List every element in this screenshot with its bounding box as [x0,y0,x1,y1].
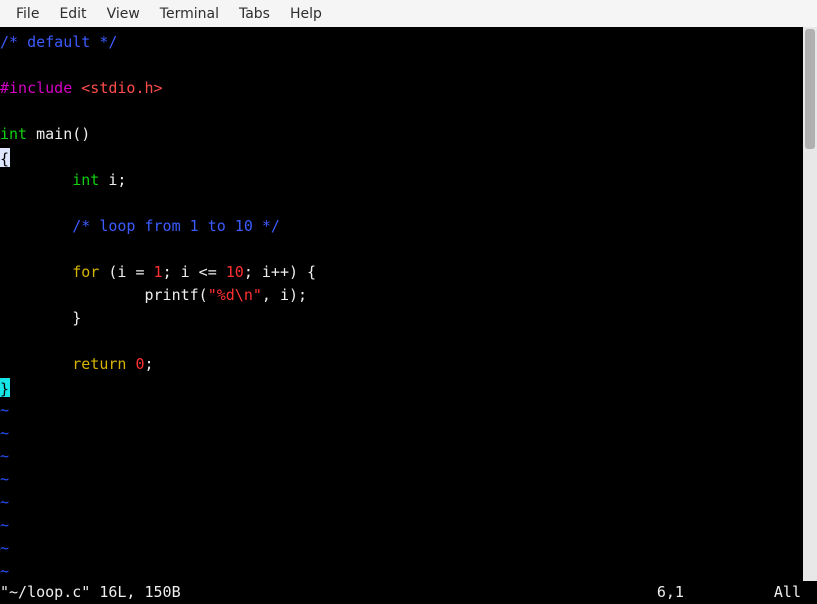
menubar: FileEditViewTerminalTabsHelp [0,0,817,27]
vim-status-bar: "~/loop.c" 16L, 150B 6,1 All [0,581,817,604]
code-line [0,330,803,353]
empty-line-tilde: ~ [0,422,803,445]
editor-area[interactable]: /* default */ #include <stdio.h> int mai… [0,27,803,581]
status-file: "~/loop.c" 16L, 150B [0,581,657,604]
empty-line-tilde: ~ [0,399,803,422]
code-line [0,192,803,215]
code-line: printf("%d\n", i); [0,284,803,307]
status-position: 6,1 [657,581,774,604]
scrollbar-thumb[interactable] [805,29,815,149]
code-line [0,100,803,123]
empty-line-tilde: ~ [0,514,803,537]
menu-terminal[interactable]: Terminal [150,2,229,26]
menu-tabs[interactable]: Tabs [229,2,280,26]
empty-line-tilde: ~ [0,468,803,491]
code-line: return 0; [0,353,803,376]
scrollbar[interactable] [803,27,817,581]
empty-line-tilde: ~ [0,445,803,468]
menu-edit[interactable]: Edit [49,2,96,26]
menu-help[interactable]: Help [280,2,332,26]
empty-line-tilde: ~ [0,560,803,581]
empty-line-tilde: ~ [0,491,803,514]
code-line: { [0,146,803,169]
menu-file[interactable]: File [6,2,49,26]
code-line: int main() [0,123,803,146]
code-line [0,238,803,261]
code-line: int i; [0,169,803,192]
code-line: } [0,376,803,399]
code-line [0,54,803,77]
menu-view[interactable]: View [97,2,150,26]
status-scroll: All [774,581,813,604]
empty-line-tilde: ~ [0,537,803,560]
code-line: /* loop from 1 to 10 */ [0,215,803,238]
code-line: /* default */ [0,31,803,54]
cursor: { [0,148,10,167]
code-line: for (i = 1; i <= 10; i++) { [0,261,803,284]
terminal-container: /* default */ #include <stdio.h> int mai… [0,27,817,581]
code-line: } [0,307,803,330]
code-line: #include <stdio.h> [0,77,803,100]
matching-bracket: } [0,378,10,397]
code-area: /* default */ #include <stdio.h> int mai… [0,27,803,581]
